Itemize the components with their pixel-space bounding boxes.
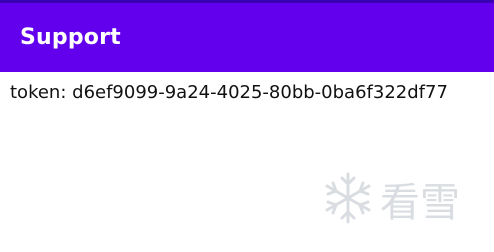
watermark-graphic: 看雪 [325,172,460,226]
token-value: d6ef9099-9a24-4025-80bb-0ba6f322df77 [72,82,448,103]
watermark-text: 看雪 [380,180,460,226]
app-bar-title: Support [20,24,121,50]
watermark-logo: 看雪 [322,170,492,226]
snowflake-icon [325,172,371,224]
token-text: token: d6ef9099-9a24-4025-80bb-0ba6f322d… [10,82,448,104]
token-label: token: [10,82,67,103]
app-bar: Support [0,3,494,72]
